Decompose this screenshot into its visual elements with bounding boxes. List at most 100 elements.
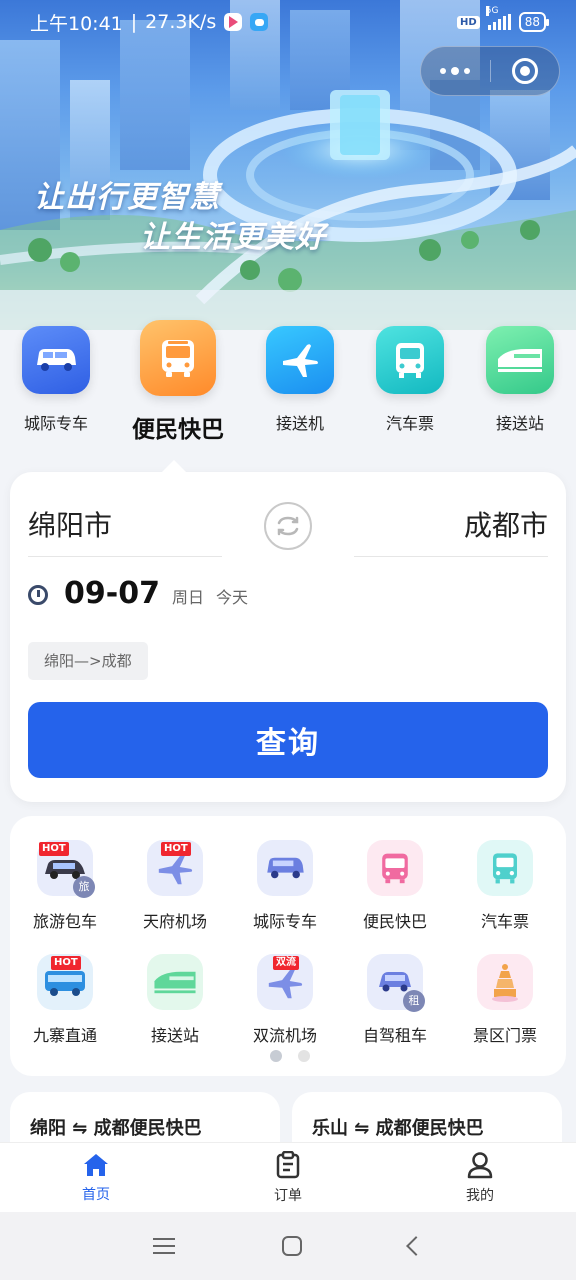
query-button[interactable]: 查询 xyxy=(28,702,548,778)
category-label: 城际专车 xyxy=(23,414,88,433)
bus-icon xyxy=(140,320,216,396)
category-intercity-car[interactable]: 城际专车 xyxy=(1,318,111,434)
airplane-icon: HOT xyxy=(147,840,203,896)
service-tianfu-airport[interactable]: HOT 天府机场 xyxy=(120,840,230,932)
signal-icon: 5G xyxy=(485,6,511,30)
tour-badge: 旅 xyxy=(73,876,95,898)
category-airport-transfer[interactable]: 接送机 xyxy=(245,318,355,434)
service-bus-ticket[interactable]: 汽车票 xyxy=(450,840,560,932)
more-menu-icon[interactable] xyxy=(421,66,490,75)
page-dot xyxy=(298,1050,310,1062)
video-app-icon xyxy=(224,13,243,31)
service-label: 天府机场 xyxy=(142,912,207,931)
booking-card: 绵阳市 成都市 09-07 周日 今天 绵阳—>成都 查询 xyxy=(10,460,566,802)
page-dot-active xyxy=(270,1050,282,1062)
route-title: 绵阳 ⇋ 成都便民快巴 xyxy=(30,1118,202,1139)
miniprogram-capsule xyxy=(420,46,560,96)
pagoda-icon xyxy=(477,954,533,1010)
tab-profile[interactable]: 我的 xyxy=(384,1143,576,1212)
hot-badge: HOT xyxy=(39,842,69,856)
from-city-field[interactable]: 绵阳市 xyxy=(28,504,112,544)
tour-car-icon: HOT 旅 xyxy=(37,840,95,898)
system-nav-bar xyxy=(0,1212,576,1280)
category-label: 便民快巴 xyxy=(132,417,224,443)
category-label: 接送站 xyxy=(495,414,544,433)
coach-bus-icon xyxy=(477,840,533,896)
back-icon[interactable] xyxy=(405,1236,426,1256)
service-label: 接送站 xyxy=(150,1026,199,1045)
to-city-field[interactable]: 成都市 xyxy=(464,504,548,544)
shuangliu-badge: 双流 xyxy=(273,956,299,970)
to-city-underline xyxy=(354,556,548,557)
from-city-underline xyxy=(28,556,222,557)
service-self-drive-rental[interactable]: 租 自驾租车 xyxy=(340,954,450,1046)
home-button-icon[interactable] xyxy=(281,1236,302,1256)
hd-icon: HD xyxy=(457,15,480,29)
service-label: 自驾租车 xyxy=(362,1026,427,1045)
service-shuangliu-airport[interactable]: 双流 双流机场 xyxy=(230,954,340,1046)
service-tour-charter[interactable]: HOT 旅 旅游包车 xyxy=(10,840,120,932)
service-label: 景区门票 xyxy=(472,1026,537,1045)
battery-icon: 88 xyxy=(518,12,550,32)
category-label: 汽车票 xyxy=(385,414,434,433)
tour-bus-icon: HOT xyxy=(37,954,93,1010)
network-type: 5G xyxy=(485,6,499,16)
route-title: 乐山 ⇋ 成都便民快巴 xyxy=(312,1118,484,1139)
slogan-line-1: 让出行更智慧 xyxy=(34,180,220,215)
bottom-tab-bar: 首页 订单 我的 xyxy=(0,1142,576,1212)
service-label: 旅游包车 xyxy=(32,912,97,931)
tab-label: 首页 xyxy=(82,1186,110,1203)
service-label: 城际专车 xyxy=(252,912,317,931)
minivan-icon xyxy=(257,840,313,896)
category-row: 城际专车 便民快巴 接送机 汽车票 接送站 xyxy=(0,318,576,458)
service-label: 便民快巴 xyxy=(362,912,427,931)
clipboard-icon xyxy=(276,1150,300,1178)
today-label: 今天 xyxy=(215,588,248,607)
page-indicator xyxy=(270,1050,310,1062)
hot-badge: HOT xyxy=(161,842,191,856)
tab-home[interactable]: 首页 xyxy=(0,1143,192,1212)
swap-icon xyxy=(277,516,299,536)
home-icon xyxy=(84,1153,108,1176)
airplane-icon: 双流 xyxy=(257,954,313,1010)
tab-label: 我的 xyxy=(466,1187,494,1204)
weekday: 周日 xyxy=(171,588,204,607)
minivan-icon xyxy=(22,326,90,394)
close-miniprogram-icon[interactable] xyxy=(491,58,560,84)
services-grid: HOT 旅 旅游包车 HOT 天府机场 城际专车 便民快巴 汽车票 HOT 九寨… xyxy=(10,816,566,1076)
date-value: 09-07 xyxy=(64,576,160,611)
status-net-speed: 27.3K/s xyxy=(145,11,217,33)
service-intercity-car[interactable]: 城际专车 xyxy=(230,840,340,932)
train-icon xyxy=(147,954,203,1010)
service-label: 汽车票 xyxy=(480,912,529,931)
rent-badge: 租 xyxy=(403,990,425,1012)
coach-bus-icon xyxy=(376,326,444,394)
clock-icon xyxy=(28,585,48,605)
chat-app-icon xyxy=(250,13,269,31)
tab-orders[interactable]: 订单 xyxy=(192,1143,384,1212)
category-convenience-bus[interactable]: 便民快巴 xyxy=(123,318,233,444)
service-convenience-bus[interactable]: 便民快巴 xyxy=(340,840,450,932)
service-jiuzhai-direct[interactable]: HOT 九寨直通 xyxy=(10,954,120,1046)
category-station-transfer[interactable]: 接送站 xyxy=(465,318,575,434)
service-label: 双流机场 xyxy=(252,1026,317,1045)
tab-label: 订单 xyxy=(274,1187,302,1204)
date-selector[interactable]: 09-07 周日 今天 xyxy=(28,576,248,611)
hot-badge: HOT xyxy=(51,956,81,970)
recent-route-chip[interactable]: 绵阳—>成都 xyxy=(28,642,148,680)
category-bus-ticket[interactable]: 汽车票 xyxy=(355,318,465,434)
category-label: 接送机 xyxy=(275,414,324,433)
service-scenic-tickets[interactable]: 景区门票 xyxy=(450,954,560,1046)
status-time: 上午10:41 xyxy=(30,12,123,35)
rental-car-icon: 租 xyxy=(367,954,425,1012)
status-bar: 上午10:41 | 27.3K/s HD 5G 88 xyxy=(0,0,576,44)
user-icon xyxy=(467,1151,493,1178)
bus-icon xyxy=(367,840,423,896)
train-icon xyxy=(486,326,554,394)
airplane-icon xyxy=(266,326,334,394)
swap-cities-button[interactable] xyxy=(264,502,312,550)
slogan-line-2: 让生活更美好 xyxy=(140,220,326,255)
status-separator: | xyxy=(130,11,138,33)
recent-apps-icon[interactable] xyxy=(153,1238,176,1254)
service-station-transfer[interactable]: 接送站 xyxy=(120,954,230,1046)
